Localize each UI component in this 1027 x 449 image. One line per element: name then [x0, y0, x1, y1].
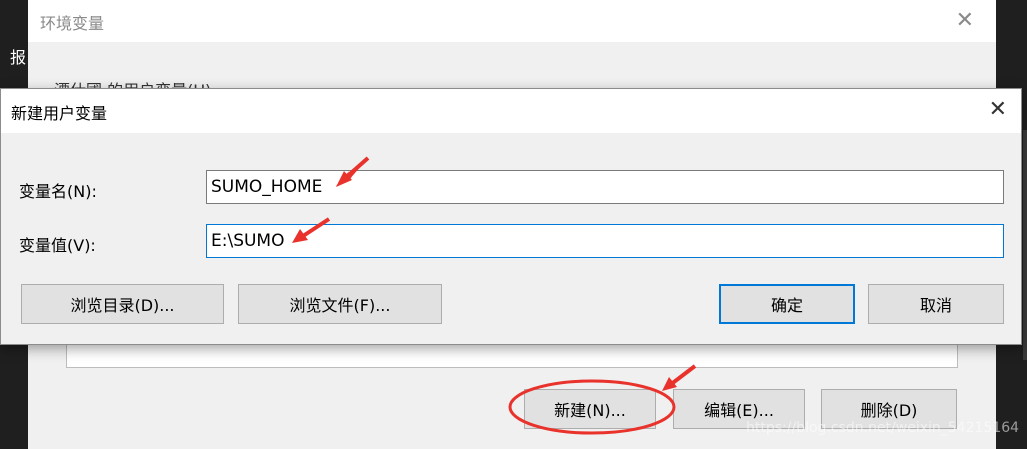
cancel-button[interactable]: 取消	[868, 284, 1004, 324]
variable-value-label: 变量值(V):	[19, 236, 96, 255]
new-user-variable-dialog: 新建用户变量 ✕ 变量名(N): 变量值(V): 浏览目录(D)... 浏览文件…	[0, 88, 1022, 345]
variable-value-input[interactable]	[206, 224, 1004, 258]
browse-directory-button[interactable]: 浏览目录(D)...	[21, 284, 224, 324]
dialog-titlebar: 新建用户变量 ✕	[1, 89, 1021, 133]
browse-file-button[interactable]: 浏览文件(F)...	[238, 284, 442, 324]
watermark-text: https://blog.csdn.net/weixin_54215164	[746, 420, 1020, 436]
close-icon[interactable]: ✕	[989, 97, 1007, 122]
close-icon[interactable]: ✕	[956, 8, 974, 33]
variable-name-input[interactable]	[206, 170, 1004, 204]
env-window-titlebar: 环境变量 ✕	[28, 0, 996, 42]
env-window-title: 环境变量	[40, 14, 105, 33]
background-scroll-edge	[1023, 130, 1027, 360]
ok-button[interactable]: 确定	[719, 284, 855, 324]
new-variable-button[interactable]: 新建(N)...	[524, 389, 656, 429]
background-edge-text: 报	[10, 48, 27, 67]
dialog-title: 新建用户变量	[11, 104, 108, 123]
variable-name-label: 变量名(N):	[19, 182, 97, 201]
